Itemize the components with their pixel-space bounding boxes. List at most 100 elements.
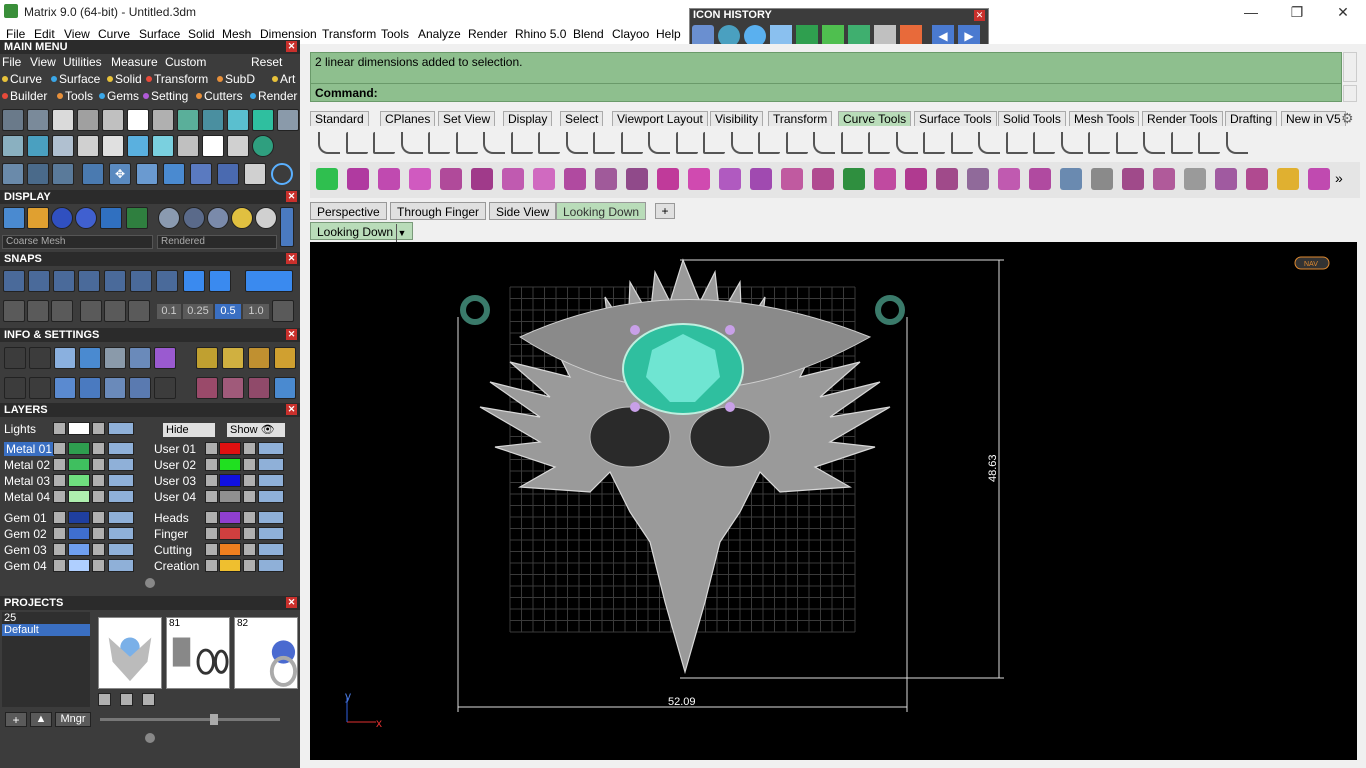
solid-tool-icon-21[interactable] bbox=[936, 168, 958, 190]
curve-tool-icon-32[interactable] bbox=[1170, 132, 1193, 154]
snap-grid-toggle-icon[interactable] bbox=[272, 300, 294, 322]
curve-tool-icon-28[interactable] bbox=[1060, 132, 1083, 154]
projects-manager-button[interactable]: Mngr bbox=[55, 712, 91, 727]
gem-tool-icon[interactable] bbox=[252, 109, 274, 131]
solid-tool-icon-19[interactable] bbox=[874, 168, 896, 190]
tool-icon-16[interactable] bbox=[77, 135, 99, 157]
layer-expand-icon[interactable] bbox=[53, 474, 66, 487]
layer-row-metal-02[interactable]: Metal 02 bbox=[0, 457, 145, 473]
mm-setting[interactable]: Setting bbox=[143, 89, 188, 103]
curve-tool-icon-33[interactable] bbox=[1198, 132, 1220, 154]
curve-tool-icon-16[interactable] bbox=[730, 132, 753, 154]
box-snap-icon[interactable] bbox=[27, 300, 49, 322]
curve-tool-icon-27[interactable] bbox=[1033, 132, 1055, 154]
layer-expand-icon[interactable] bbox=[53, 422, 66, 435]
snap-perp-icon[interactable] bbox=[156, 270, 178, 292]
snap-quad-icon[interactable] bbox=[209, 270, 231, 292]
menu-file[interactable]: File bbox=[6, 27, 25, 41]
layer-visible-icon[interactable] bbox=[108, 527, 134, 540]
solid-tool-icon-11[interactable] bbox=[626, 168, 648, 190]
solid-tool-icon-18[interactable] bbox=[843, 168, 865, 190]
info-icon-21[interactable] bbox=[248, 377, 270, 399]
curve-tool-icon-14[interactable] bbox=[675, 132, 698, 154]
toolbar-tab-viewport-layout[interactable]: Viewport Layout bbox=[612, 111, 708, 126]
thumb-add-icon[interactable] bbox=[98, 693, 111, 706]
layer-expand-icon[interactable] bbox=[53, 511, 66, 524]
tool-icon-9[interactable] bbox=[202, 109, 224, 131]
mm-reset[interactable]: Reset bbox=[251, 55, 282, 69]
layer-row-finger[interactable]: Finger bbox=[150, 526, 295, 542]
minimize-button[interactable]: — bbox=[1228, 0, 1274, 24]
mm-transform[interactable]: Transform bbox=[146, 72, 208, 86]
display-icon-7[interactable] bbox=[158, 207, 180, 229]
project-item-default[interactable]: Default bbox=[2, 624, 90, 636]
layer-expand-icon[interactable] bbox=[53, 442, 66, 455]
mm-subd[interactable]: SubD bbox=[217, 72, 255, 86]
layer-lock-icon[interactable] bbox=[243, 543, 256, 556]
snap-line-icon[interactable] bbox=[51, 300, 73, 322]
layer-row-user-04[interactable]: User 04 bbox=[150, 489, 295, 505]
layer-color-swatch[interactable] bbox=[219, 490, 241, 503]
snap-value-0-1[interactable]: 0.1 bbox=[157, 304, 181, 319]
layer-row-gem-02[interactable]: Gem 02 bbox=[0, 526, 145, 542]
curve-tool-icon-7[interactable] bbox=[483, 132, 505, 154]
display-icon-11[interactable] bbox=[255, 207, 277, 229]
solid-tool-icon-13[interactable] bbox=[688, 168, 710, 190]
tool-icon-29[interactable] bbox=[136, 163, 158, 185]
mm-custom[interactable]: Custom bbox=[165, 55, 206, 69]
solid-tool-icon-24[interactable] bbox=[1029, 168, 1051, 190]
layer-color-swatch[interactable] bbox=[219, 511, 241, 524]
snap-int-icon[interactable] bbox=[130, 270, 152, 292]
layer-color-swatch[interactable] bbox=[219, 527, 241, 540]
project-thumbnail-3[interactable]: 82 bbox=[234, 617, 298, 689]
info-icon-3[interactable] bbox=[54, 347, 76, 369]
layer-visible-icon[interactable] bbox=[108, 422, 134, 435]
solid-tool-icon-29[interactable] bbox=[1184, 168, 1206, 190]
curve-tool-icon-17[interactable] bbox=[758, 132, 780, 154]
layer-visible-icon[interactable] bbox=[258, 490, 284, 503]
curve-tool-icon-24[interactable] bbox=[950, 132, 973, 154]
layer-color-swatch[interactable] bbox=[68, 511, 90, 524]
tool-icon-14[interactable] bbox=[27, 135, 49, 157]
display-icon-9[interactable] bbox=[207, 207, 229, 229]
layer-color-swatch[interactable] bbox=[68, 543, 90, 556]
properties-icon[interactable] bbox=[154, 377, 176, 399]
toolbar-tab-mesh-tools[interactable]: Mesh Tools bbox=[1069, 111, 1140, 126]
snap-arrow-icon[interactable] bbox=[128, 300, 150, 322]
tool-icon-4[interactable] bbox=[77, 109, 99, 131]
curve-tool-icon-25[interactable] bbox=[978, 132, 1000, 154]
grid-snap-icon[interactable] bbox=[3, 300, 25, 322]
menu-rhino5[interactable]: Rhino 5.0 bbox=[515, 27, 566, 41]
snap-value-1-0[interactable]: 1.0 bbox=[243, 304, 269, 319]
menu-curve[interactable]: Curve bbox=[98, 27, 130, 41]
layer-row-metal-01[interactable]: Metal 01 bbox=[0, 441, 145, 457]
layer-row-cutting[interactable]: Cutting bbox=[150, 542, 295, 558]
layer-color-swatch[interactable] bbox=[219, 442, 241, 455]
toolbar-tab-surface-tools[interactable]: Surface Tools bbox=[914, 111, 997, 126]
add-viewport-tab-button[interactable]: + bbox=[655, 203, 675, 219]
snap-diamond-icon[interactable] bbox=[104, 300, 126, 322]
thumb-save-icon[interactable] bbox=[120, 693, 133, 706]
display-icon-2[interactable] bbox=[27, 207, 49, 229]
layer-visible-icon[interactable] bbox=[258, 511, 284, 524]
snap-point-icon[interactable] bbox=[53, 270, 75, 292]
thumb-delete-icon[interactable] bbox=[142, 693, 155, 706]
toolbar-tab-new-in-v5[interactable]: New in V5 bbox=[1281, 111, 1346, 126]
solid-tool-icon-4[interactable] bbox=[409, 168, 431, 190]
mm-art[interactable]: Art bbox=[272, 72, 295, 86]
tool-icon-6[interactable] bbox=[127, 109, 149, 131]
solid-tool-icon-15[interactable] bbox=[750, 168, 772, 190]
mesh-quality-select[interactable]: Coarse Mesh bbox=[2, 235, 153, 249]
layer-color-swatch[interactable] bbox=[68, 458, 90, 471]
info-icon-20[interactable] bbox=[222, 377, 244, 399]
snap-value-0-5[interactable]: 0.5 bbox=[215, 304, 241, 319]
viewport-tab-perspective[interactable]: Perspective bbox=[310, 202, 387, 220]
solid-tool-icon-25[interactable] bbox=[1060, 168, 1082, 190]
menu-help[interactable]: Help bbox=[656, 27, 681, 41]
curve-tool-icon-11[interactable] bbox=[593, 132, 615, 154]
menu-dimension[interactable]: Dimension bbox=[260, 27, 317, 41]
viewport-title-button[interactable]: Looking Down ▼ bbox=[310, 222, 414, 242]
layer-visible-icon[interactable] bbox=[258, 559, 284, 572]
layer-color-swatch[interactable] bbox=[68, 422, 90, 435]
layer-color-swatch[interactable] bbox=[219, 474, 241, 487]
